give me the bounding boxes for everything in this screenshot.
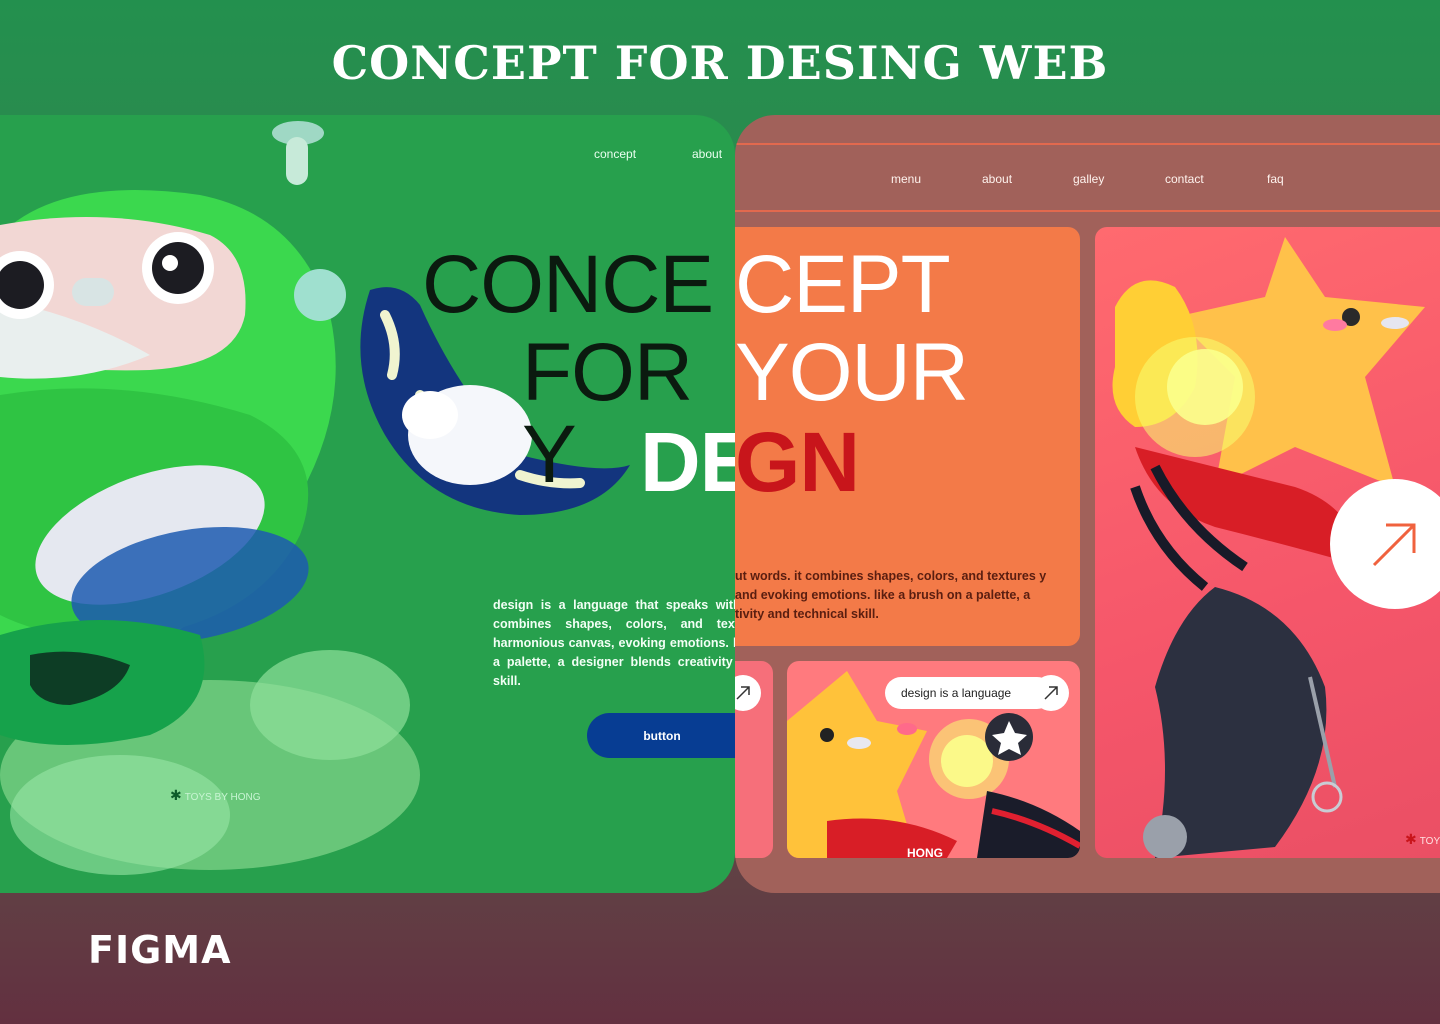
hero-headline-left: CONCE FOR Y DE	[0, 0, 735, 1024]
hero-line-3: GN	[735, 415, 860, 509]
hero-line-2: YOUR	[735, 327, 969, 418]
hero-line-1: CONCE	[422, 239, 714, 330]
figma-logo: FIGMA	[88, 928, 232, 972]
hero-line-1: CEPT	[735, 239, 951, 330]
hero-headline-right: CEPT YOUR GN	[735, 0, 1440, 1024]
hero-line-3: DE	[640, 415, 735, 509]
